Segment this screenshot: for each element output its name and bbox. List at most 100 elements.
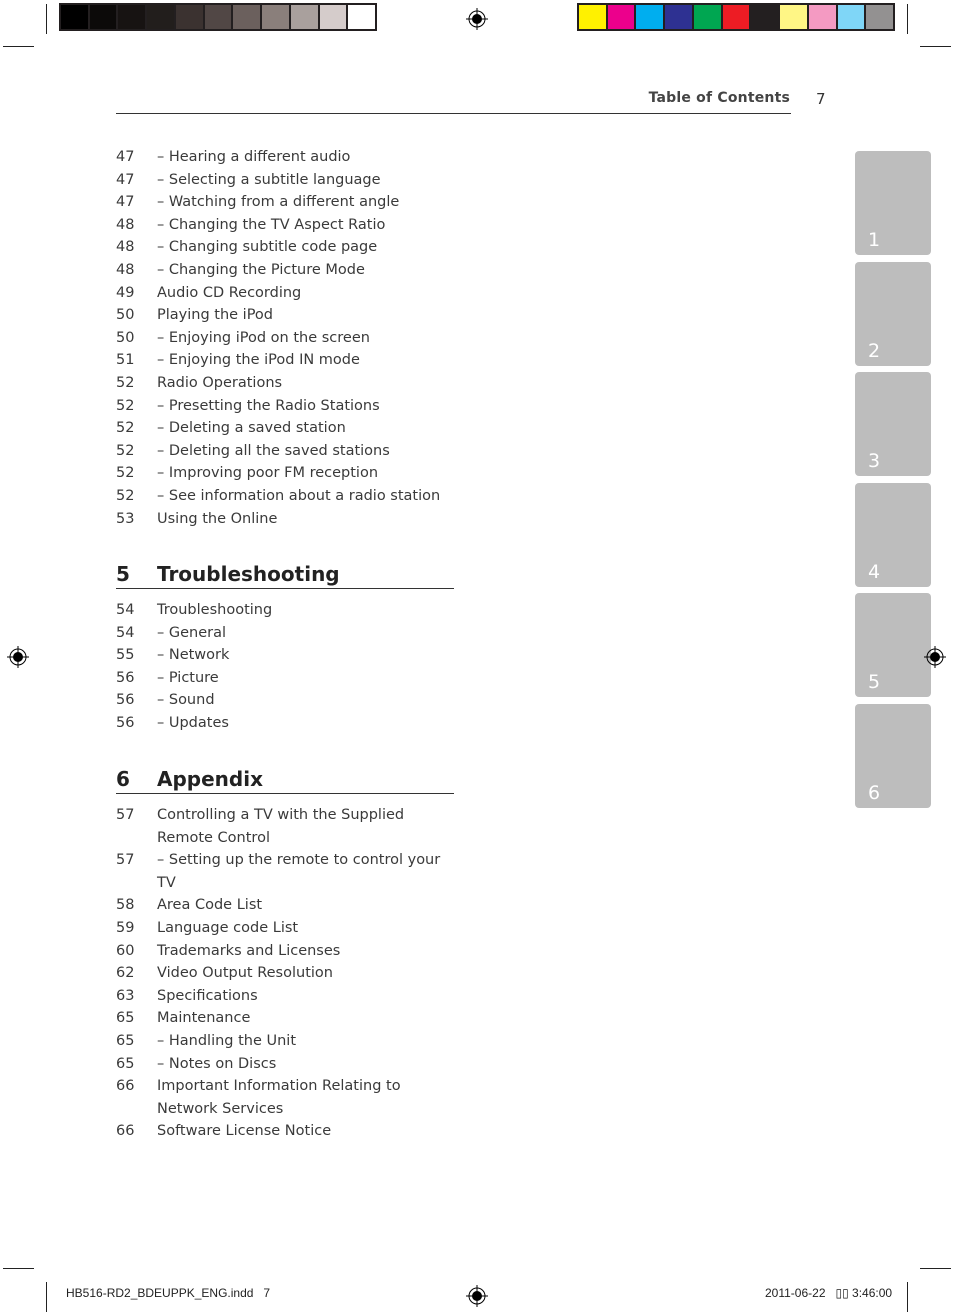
toc-entry[interactable]: 48 – Changing the Picture Mode	[116, 259, 456, 282]
toc-entry[interactable]: 56 – Updates	[116, 712, 456, 735]
toc-entry-page: 63	[116, 987, 135, 1004]
toc-entry-title: Important Information Relating to Networ…	[157, 1078, 401, 1117]
toc-entry[interactable]: 58 Area Code List	[116, 894, 456, 917]
color-swatch	[722, 5, 750, 29]
section-number: 6	[116, 767, 130, 791]
toc-entry[interactable]: 51 – Enjoying the iPod IN mode	[116, 349, 456, 372]
toc-entry-title: – Improving poor FM reception	[157, 465, 379, 482]
toc-entry-title: – Changing subtitle code page	[157, 239, 378, 256]
chapter-tab-6[interactable]: 6	[855, 704, 931, 808]
toc-entry[interactable]: 52 – Deleting a saved station	[116, 417, 456, 440]
toc-entry-title: – Deleting a saved station	[157, 420, 346, 437]
toc-entry-page: 62	[116, 965, 135, 982]
toc-entry-page: 55	[116, 647, 135, 664]
crop-mark	[920, 1268, 951, 1269]
toc-entry[interactable]: 47 – Hearing a different audio	[116, 146, 456, 169]
crop-mark	[907, 4, 908, 34]
toc-list-appendix: 57 Controlling a TV with the Supplied Rem…	[116, 804, 456, 1143]
registration-mark-icon	[7, 646, 29, 668]
toc-entry[interactable]: 47 – Selecting a subtitle language	[116, 169, 456, 192]
toc-entry[interactable]: 56 – Sound	[116, 689, 456, 712]
toc-entry[interactable]: 52 – Presetting the Radio Stations	[116, 395, 456, 418]
toc-entry-page: 50	[116, 307, 135, 324]
toc-entry-page: 49	[116, 284, 135, 301]
toc-entry[interactable]: 63 Specifications	[116, 985, 456, 1008]
toc-entry-page: 48	[116, 216, 135, 233]
chapter-tab-number: 3	[868, 450, 881, 473]
toc-entry[interactable]: 48 – Changing the TV Aspect Ratio	[116, 214, 456, 237]
toc-entry[interactable]: 50 – Enjoying iPod on the screen	[116, 327, 456, 350]
toc-entry-title: Maintenance	[157, 1010, 251, 1027]
registration-mark-icon	[466, 1285, 488, 1307]
toc-entry[interactable]: 59 Language code List	[116, 917, 456, 940]
toc-entry[interactable]: 54 – General	[116, 622, 456, 645]
toc-entry-page: 51	[116, 352, 135, 369]
toc-entry-title: – Enjoying the iPod IN mode	[157, 352, 360, 369]
toc-entry-title: – Hearing a different audio	[157, 149, 351, 165]
toc-entry[interactable]: 54 Troubleshooting	[116, 599, 456, 622]
toc-entry[interactable]: 52 – See information about a radio statio…	[116, 485, 456, 508]
toc-entry[interactable]: 66 Software License Notice	[116, 1120, 456, 1143]
toc-entry-page: 58	[116, 897, 135, 914]
toc-entry-page: 48	[116, 239, 135, 256]
chapter-tab-1[interactable]: 1	[855, 151, 931, 255]
toc-entry[interactable]: 52 Radio Operations	[116, 372, 456, 395]
color-swatch	[808, 5, 836, 29]
toc-entry-page: 52	[116, 397, 135, 414]
crop-mark	[907, 1282, 908, 1312]
toc-entry-title: Language code List	[157, 919, 299, 936]
color-swatch	[204, 5, 232, 29]
chapter-tab-2[interactable]: 2	[855, 261, 931, 366]
toc-entry-title: – Changing the Picture Mode	[157, 261, 365, 278]
toc-entry-page: 54	[116, 602, 135, 618]
toc-entry[interactable]: 48 – Changing subtitle code page	[116, 236, 456, 259]
toc-entry[interactable]: 65 – Notes on Discs	[116, 1053, 456, 1076]
toc-entry-title: Specifications	[157, 987, 258, 1004]
toc-entry[interactable]: 62 Video Output Resolution	[116, 962, 456, 985]
crop-mark	[46, 1282, 47, 1312]
toc-entry[interactable]: 55 – Network	[116, 644, 456, 667]
toc-entry[interactable]: 65 – Handling the Unit	[116, 1030, 456, 1053]
toc-entry[interactable]: 52 – Improving poor FM reception	[116, 462, 456, 485]
toc-entry-title: Radio Operations	[157, 374, 283, 391]
toc-entry[interactable]: 47 – Watching from a different angle	[116, 191, 456, 214]
chapter-tab-number: 1	[868, 229, 881, 251]
toc-entry[interactable]: 50 Playing the iPod	[116, 304, 456, 327]
toc-entry-title: Area Code List	[157, 897, 263, 914]
chapter-tab-number: 5	[868, 671, 881, 694]
toc-entry-page: 66	[116, 1123, 135, 1140]
toc-entry[interactable]: 66 Important Information Relating to Netw…	[116, 1075, 456, 1120]
color-swatch	[118, 5, 146, 29]
toc-entry[interactable]: 49 Audio CD Recording	[116, 282, 456, 305]
toc-entry-title: – Picture	[157, 669, 219, 686]
toc-entry-title: – Enjoying iPod on the screen	[157, 329, 370, 346]
color-swatch	[89, 5, 117, 29]
toc-entry-title: Playing the iPod	[157, 307, 274, 324]
chapter-tab-4[interactable]: 4	[855, 482, 931, 587]
toc-entry[interactable]: 52 – Deleting all the saved stations	[116, 440, 456, 463]
toc-entry[interactable]: 65 Maintenance	[116, 1007, 456, 1030]
color-swatch	[693, 5, 721, 29]
color-swatch	[665, 5, 692, 29]
footer-timestamp: 2011-06-22 ▯▯ 3:46:00	[765, 1286, 893, 1300]
toc-entry-title: Video Output Resolution	[157, 965, 333, 982]
toc-entry[interactable]: 53 Using the Online	[116, 508, 456, 531]
toc-entry-title: – Sound	[157, 692, 215, 709]
registration-mark-icon	[466, 8, 488, 30]
toc-entry-page: 52	[116, 420, 135, 437]
chapter-tab-3[interactable]: 3	[855, 372, 931, 477]
toc-entry[interactable]: 57 – Setting up the remote to control you…	[116, 849, 456, 894]
color-calibration-bar	[577, 3, 895, 31]
toc-entry[interactable]: 57 Controlling a TV with the Supplied Rem…	[116, 804, 456, 849]
color-swatch	[175, 5, 203, 29]
toc-entry-title: Troubleshooting	[157, 602, 273, 618]
toc-entry-title: – Selecting a subtitle language	[157, 171, 381, 188]
chapter-tab-5[interactable]: 5	[855, 593, 931, 698]
toc-entry-title: – Setting up the remote to control your …	[157, 852, 441, 891]
toc-entry[interactable]: 60 Trademarks and Licenses	[116, 940, 456, 963]
toc-entry[interactable]: 56 – Picture	[116, 667, 456, 690]
toc-entry-title: – Network	[157, 647, 230, 664]
toc-entry-title: – Updates	[157, 714, 229, 731]
toc-list-troubleshooting: 54 Troubleshooting 54– General 55– Network 5…	[116, 599, 456, 735]
section-title: Appendix	[157, 767, 263, 791]
